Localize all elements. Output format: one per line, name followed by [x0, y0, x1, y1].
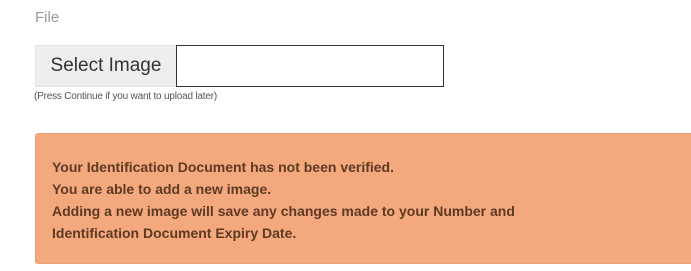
file-upload-group: Select Image — [35, 45, 444, 87]
file-field-label: File — [35, 9, 60, 26]
file-name-input[interactable] — [176, 45, 444, 87]
alert-line-not-verified: Your Identification Document has not bee… — [52, 159, 395, 175]
upload-later-hint: (Press Continue if you want to upload la… — [34, 91, 217, 102]
alert-line-add-image: You are able to add a new image. — [52, 181, 272, 197]
alert-line-save-changes: Adding a new image will save any changes… — [52, 203, 515, 219]
select-image-button[interactable]: Select Image — [35, 45, 176, 87]
verification-warning-alert: Your Identification Document has not bee… — [35, 133, 691, 264]
alert-line-expiry-date: Identification Document Expiry Date. — [52, 225, 297, 241]
page: File Select Image (Press Continue if you… — [0, 0, 691, 271]
